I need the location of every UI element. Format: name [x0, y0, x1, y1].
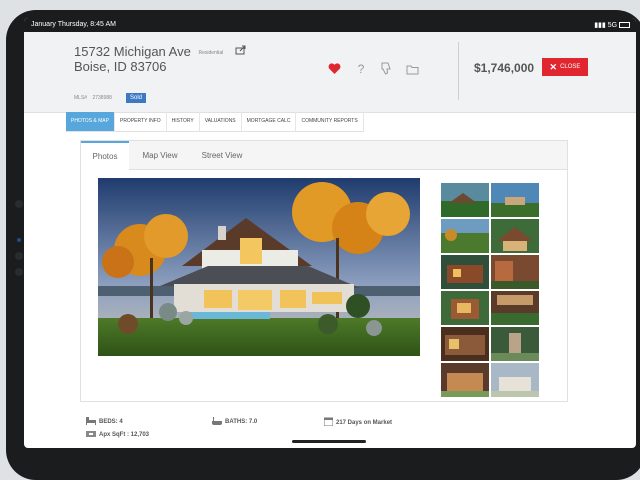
mls-number: 2738988	[92, 95, 112, 101]
subtab-map-view[interactable]: Map View	[133, 141, 187, 169]
baths-value: BATHS: 7.0	[225, 419, 258, 425]
status-bar: January Thursday, 8:45 AM ▮▮▮ 5G	[24, 18, 636, 32]
tab-property-info[interactable]: PROPERTY INFO	[115, 112, 167, 131]
stat-baths: BATHS: 7.0	[212, 417, 257, 427]
thumbnail[interactable]	[491, 255, 539, 289]
photos-panel: Photos Map View Street View	[80, 140, 568, 402]
header-divider	[458, 42, 459, 100]
subtab-street-view[interactable]: Street View	[191, 141, 253, 169]
beds-value: BEDS: 4	[99, 419, 123, 425]
tab-mortgage-calc[interactable]: MORTGAGE CALC	[242, 112, 297, 131]
stat-beds: BEDS: 4	[86, 417, 123, 427]
photo-subtabs: Photos Map View Street View	[81, 141, 567, 170]
thumbnail[interactable]	[441, 183, 489, 217]
thumbnail[interactable]	[491, 291, 539, 325]
bath-icon	[212, 417, 222, 427]
thumbnail[interactable]	[441, 219, 489, 253]
side-button	[15, 252, 23, 260]
close-button[interactable]: ✕ CLOSE	[542, 58, 588, 76]
share-icon[interactable]	[235, 42, 247, 60]
address-line2: Boise, ID 83706	[74, 59, 167, 74]
side-button	[15, 268, 23, 276]
thumbnail[interactable]	[491, 363, 539, 397]
ruler-icon	[86, 430, 96, 440]
thumbnail[interactable]	[441, 327, 489, 361]
days-value: 217 Days on Market	[336, 419, 393, 426]
tab-photos-map[interactable]: PHOTOS & MAP	[66, 112, 115, 131]
close-x-icon: ✕	[549, 61, 558, 72]
tab-valuations[interactable]: VALUATIONS	[200, 112, 242, 131]
listing-price: $1,746,000	[474, 61, 535, 75]
listing-tabs: PHOTOS & MAP PROPERTY INFO HISTORY VALUA…	[66, 112, 364, 132]
home-indicator[interactable]	[292, 440, 366, 443]
battery-icon	[619, 22, 630, 29]
status-signal: ▮▮▮ 5G	[594, 21, 630, 29]
folder-icon[interactable]	[406, 62, 420, 76]
stat-days-on-market: 217 Days on Market	[323, 417, 393, 428]
tab-community-reports[interactable]: COMMUNITY REPORTS	[296, 112, 364, 131]
stat-sqft: Apx SqFt : 12,703	[86, 430, 149, 440]
status-badge: Sold	[126, 93, 147, 103]
app-screen: January Thursday, 8:45 AM ▮▮▮ 5G 15732 M…	[24, 18, 636, 448]
bed-icon	[86, 417, 96, 427]
calendar-icon	[323, 417, 334, 428]
listing-header: 15732 Michigan Ave Residential Boise, ID…	[24, 32, 636, 113]
mls-label: MLS#	[74, 95, 88, 101]
tab-history[interactable]: HISTORY	[167, 112, 200, 131]
main-photo[interactable]	[98, 178, 420, 356]
status-time: January Thursday, 8:45 AM	[31, 21, 116, 28]
close-label: CLOSE	[560, 64, 581, 70]
thumbnail[interactable]	[491, 219, 539, 253]
question-icon[interactable]: ?	[354, 62, 368, 76]
heart-icon[interactable]	[328, 62, 342, 76]
mls-info: MLS# 2738988	[74, 95, 112, 101]
side-indicator	[17, 238, 21, 242]
side-button	[15, 200, 23, 208]
subtab-photos[interactable]: Photos	[81, 141, 129, 170]
action-icons: ?	[328, 62, 420, 76]
address-line1: 15732 Michigan Ave Residential	[74, 44, 223, 59]
thumbs-down-icon[interactable]	[380, 62, 394, 76]
property-type: Residential	[198, 49, 224, 56]
network-label: 5G	[607, 22, 618, 29]
signal-icon: ▮▮▮	[594, 22, 606, 29]
thumbnail[interactable]	[441, 291, 489, 325]
sqft-value: Apx SqFt : 12,703	[99, 432, 150, 438]
thumbnail[interactable]	[441, 363, 489, 397]
thumbnail[interactable]	[491, 183, 539, 217]
thumbnail[interactable]	[441, 255, 489, 289]
thumbnail[interactable]	[491, 327, 539, 361]
address-street: 15732 Michigan Ave	[74, 44, 191, 59]
